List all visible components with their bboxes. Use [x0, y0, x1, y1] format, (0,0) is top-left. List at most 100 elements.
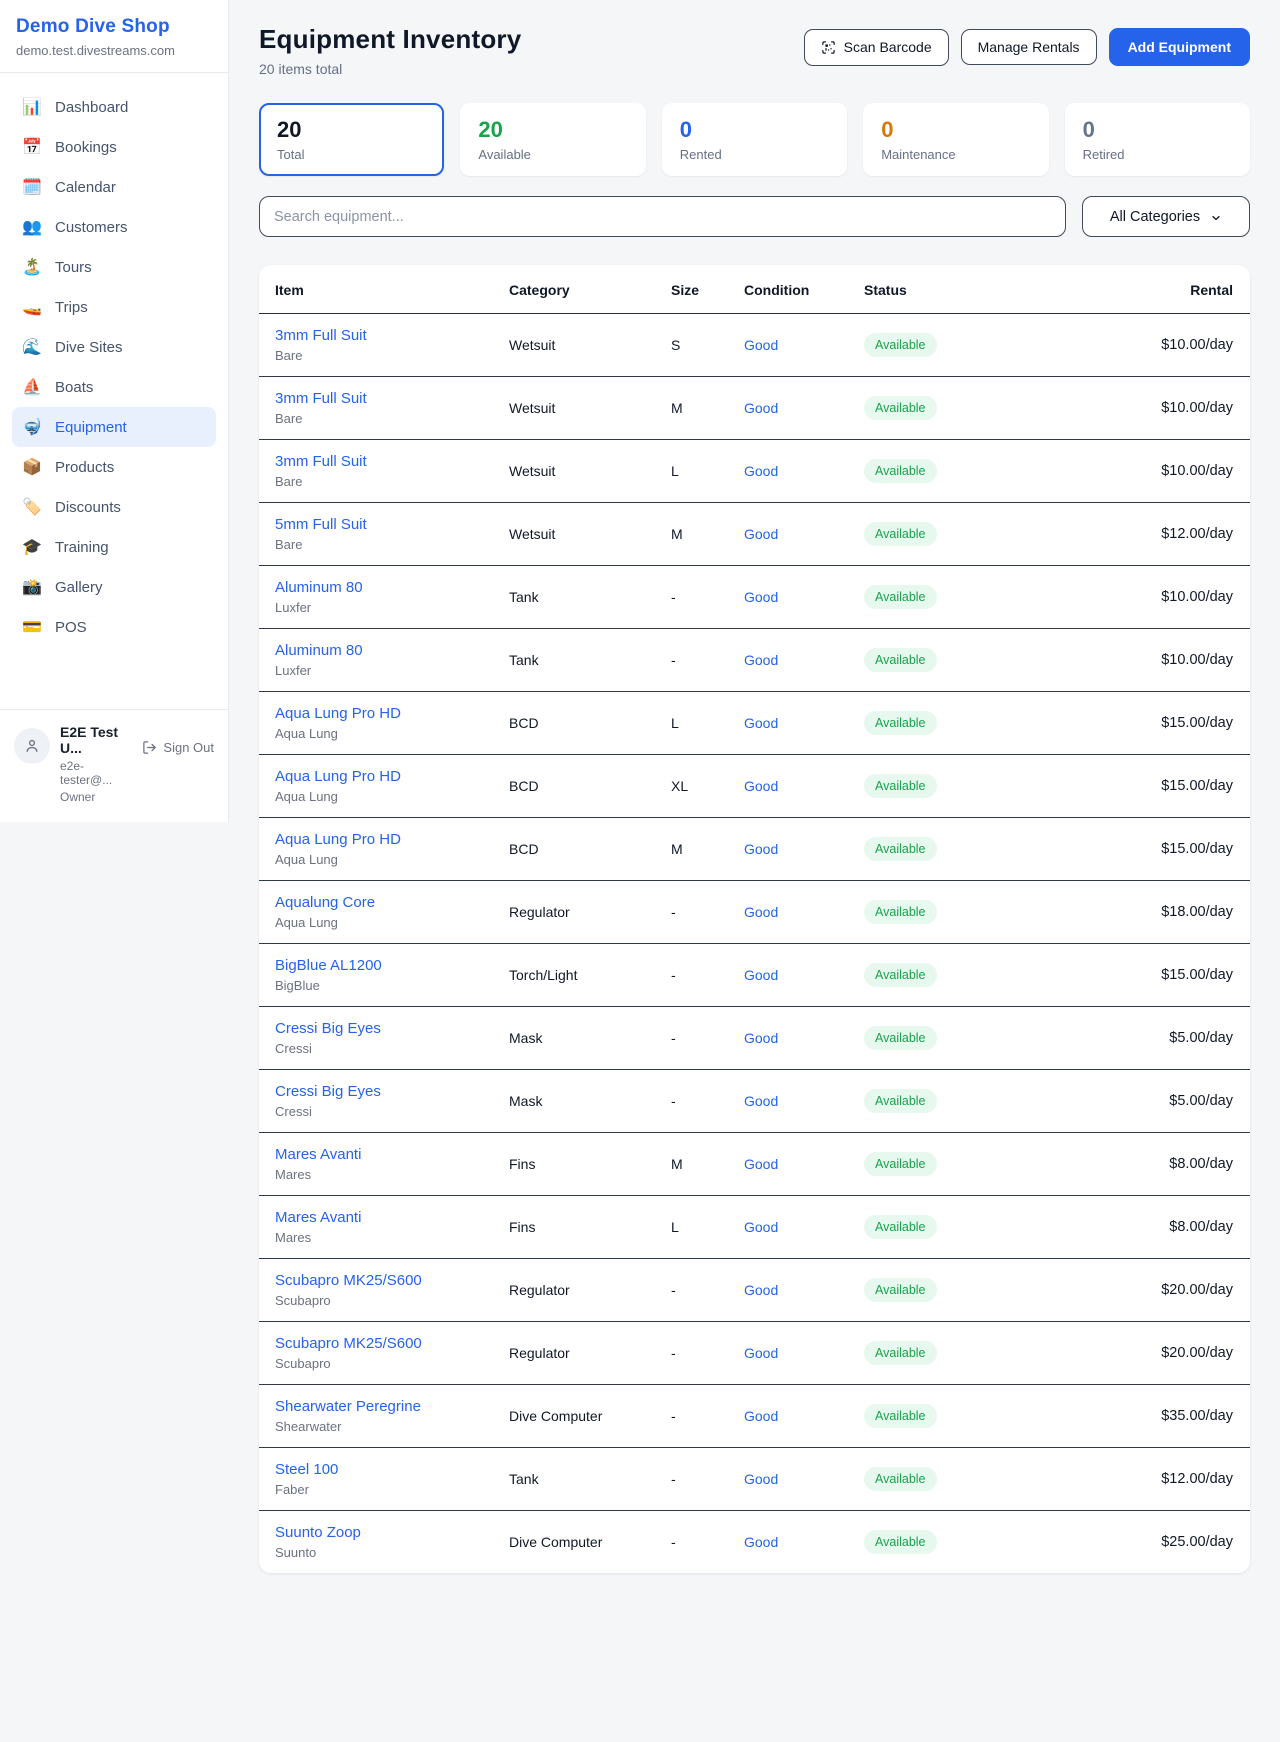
item-name-link[interactable]: Steel 100 — [275, 1461, 493, 1478]
category-select[interactable]: All Categories — [1082, 196, 1250, 237]
item-name-link[interactable]: Scubapro MK25/S600 — [275, 1272, 493, 1289]
table-row[interactable]: Aluminum 80 Luxfer Tank - Good Available… — [259, 629, 1250, 692]
sidebar-item-calendar[interactable]: 🗓️ Calendar — [12, 167, 216, 207]
item-name-link[interactable]: BigBlue AL1200 — [275, 957, 493, 974]
item-name-link[interactable]: Aluminum 80 — [275, 642, 493, 659]
item-name-link[interactable]: 5mm Full Suit — [275, 516, 493, 533]
sidebar-item-trips[interactable]: 🚤 Trips — [12, 287, 216, 327]
table-row[interactable]: 3mm Full Suit Bare Wetsuit M Good Availa… — [259, 377, 1250, 440]
sidebar-item-boats[interactable]: ⛵ Boats — [12, 367, 216, 407]
column-header-condition: Condition — [728, 265, 848, 314]
item-condition-link[interactable]: Good — [728, 1196, 848, 1259]
item-name-link[interactable]: 3mm Full Suit — [275, 327, 493, 344]
sidebar-item-discounts[interactable]: 🏷️ Discounts — [12, 487, 216, 527]
sidebar-item-products[interactable]: 📦 Products — [12, 447, 216, 487]
item-condition-link[interactable]: Good — [728, 503, 848, 566]
sidebar-item-tours[interactable]: 🏝️ Tours — [12, 247, 216, 287]
stat-card-retired[interactable]: 0 Retired — [1065, 103, 1250, 176]
table-row[interactable]: Shearwater Peregrine Shearwater Dive Com… — [259, 1385, 1250, 1448]
search-input[interactable] — [259, 196, 1066, 237]
item-condition-link[interactable]: Good — [728, 1322, 848, 1385]
header-actions: Scan Barcode Manage Rentals Add Equipmen… — [804, 28, 1250, 66]
add-equipment-button[interactable]: Add Equipment — [1109, 28, 1250, 66]
sidebar-item-equipment[interactable]: 🤿 Equipment — [12, 407, 216, 447]
table-row[interactable]: 3mm Full Suit Bare Wetsuit L Good Availa… — [259, 440, 1250, 503]
item-name-link[interactable]: 3mm Full Suit — [275, 390, 493, 407]
table-row[interactable]: Aqua Lung Pro HD Aqua Lung BCD L Good Av… — [259, 692, 1250, 755]
sidebar-item-training[interactable]: 🎓 Training — [12, 527, 216, 567]
item-name-link[interactable]: Mares Avanti — [275, 1209, 493, 1226]
table-row[interactable]: BigBlue AL1200 BigBlue Torch/Light - Goo… — [259, 944, 1250, 1007]
table-row[interactable]: 5mm Full Suit Bare Wetsuit M Good Availa… — [259, 503, 1250, 566]
sidebar-item-customers[interactable]: 👥 Customers — [12, 207, 216, 247]
item-name-link[interactable]: Cressi Big Eyes — [275, 1083, 493, 1100]
item-size: M — [655, 818, 728, 881]
item-condition-link[interactable]: Good — [728, 1070, 848, 1133]
sidebar-item-label: Boats — [55, 379, 93, 396]
item-condition-link[interactable]: Good — [728, 1385, 848, 1448]
table-row[interactable]: Scubapro MK25/S600 Scubapro Regulator - … — [259, 1259, 1250, 1322]
sign-out-button[interactable]: Sign Out — [142, 740, 214, 755]
item-condition-link[interactable]: Good — [728, 692, 848, 755]
brand-block: Demo Dive Shop demo.test.divestreams.com — [0, 0, 228, 73]
stat-card-rented[interactable]: 0 Rented — [662, 103, 847, 176]
table-row[interactable]: Mares Avanti Mares Fins M Good Available… — [259, 1133, 1250, 1196]
item-size: - — [655, 881, 728, 944]
table-row[interactable]: Cressi Big Eyes Cressi Mask - Good Avail… — [259, 1070, 1250, 1133]
stat-card-maintenance[interactable]: 0 Maintenance — [863, 103, 1048, 176]
item-rental: $5.00/day — [1028, 1070, 1250, 1133]
table-row[interactable]: Aqua Lung Pro HD Aqua Lung BCD XL Good A… — [259, 755, 1250, 818]
item-condition-link[interactable]: Good — [728, 944, 848, 1007]
item-category: Fins — [493, 1133, 655, 1196]
item-size: - — [655, 1448, 728, 1511]
manage-rentals-button[interactable]: Manage Rentals — [961, 29, 1097, 65]
item-name-link[interactable]: Mares Avanti — [275, 1146, 493, 1163]
item-condition-link[interactable]: Good — [728, 629, 848, 692]
scan-barcode-button[interactable]: Scan Barcode — [804, 29, 949, 66]
item-rental: $15.00/day — [1028, 692, 1250, 755]
table-row[interactable]: Scubapro MK25/S600 Scubapro Regulator - … — [259, 1322, 1250, 1385]
brand-name[interactable]: Demo Dive Shop — [16, 16, 212, 38]
table-row[interactable]: Mares Avanti Mares Fins L Good Available… — [259, 1196, 1250, 1259]
user-role: Owner — [60, 790, 132, 804]
sidebar-item-gallery[interactable]: 📸 Gallery — [12, 567, 216, 607]
item-name-link[interactable]: Shearwater Peregrine — [275, 1398, 493, 1415]
sidebar-item-bookings[interactable]: 📅 Bookings — [12, 127, 216, 167]
item-condition-link[interactable]: Good — [728, 1448, 848, 1511]
table-row[interactable]: Suunto Zoop Suunto Dive Computer - Good … — [259, 1511, 1250, 1574]
table-row[interactable]: Aqua Lung Pro HD Aqua Lung BCD M Good Av… — [259, 818, 1250, 881]
item-name-link[interactable]: Scubapro MK25/S600 — [275, 1335, 493, 1352]
table-row[interactable]: Aqualung Core Aqua Lung Regulator - Good… — [259, 881, 1250, 944]
item-name-link[interactable]: Aqua Lung Pro HD — [275, 705, 493, 722]
item-condition-link[interactable]: Good — [728, 1007, 848, 1070]
sidebar-item-dashboard[interactable]: 📊 Dashboard — [12, 87, 216, 127]
table-row[interactable]: 3mm Full Suit Bare Wetsuit S Good Availa… — [259, 314, 1250, 377]
item-condition-link[interactable]: Good — [728, 881, 848, 944]
item-condition-link[interactable]: Good — [728, 440, 848, 503]
item-condition-link[interactable]: Good — [728, 314, 848, 377]
table-row[interactable]: Cressi Big Eyes Cressi Mask - Good Avail… — [259, 1007, 1250, 1070]
item-name-link[interactable]: 3mm Full Suit — [275, 453, 493, 470]
item-rental: $25.00/day — [1028, 1511, 1250, 1574]
item-condition-link[interactable]: Good — [728, 377, 848, 440]
table-row[interactable]: Aluminum 80 Luxfer Tank - Good Available… — [259, 566, 1250, 629]
stat-card-available[interactable]: 20 Available — [460, 103, 645, 176]
item-name-link[interactable]: Aluminum 80 — [275, 579, 493, 596]
stat-card-total[interactable]: 20 Total — [259, 103, 444, 176]
item-rental: $20.00/day — [1028, 1259, 1250, 1322]
item-name-link[interactable]: Aqualung Core — [275, 894, 493, 911]
sidebar-item-dive-sites[interactable]: 🌊 Dive Sites — [12, 327, 216, 367]
item-condition-link[interactable]: Good — [728, 1511, 848, 1574]
table-row[interactable]: Steel 100 Faber Tank - Good Available $1… — [259, 1448, 1250, 1511]
item-name-link[interactable]: Aqua Lung Pro HD — [275, 831, 493, 848]
item-condition-link[interactable]: Good — [728, 755, 848, 818]
item-name-link[interactable]: Suunto Zoop — [275, 1524, 493, 1541]
item-name-link[interactable]: Cressi Big Eyes — [275, 1020, 493, 1037]
item-brand: Suunto — [275, 1545, 493, 1560]
sidebar-item-pos[interactable]: 💳 POS — [12, 607, 216, 647]
item-condition-link[interactable]: Good — [728, 1133, 848, 1196]
item-name-link[interactable]: Aqua Lung Pro HD — [275, 768, 493, 785]
item-condition-link[interactable]: Good — [728, 566, 848, 629]
item-condition-link[interactable]: Good — [728, 1259, 848, 1322]
item-condition-link[interactable]: Good — [728, 818, 848, 881]
